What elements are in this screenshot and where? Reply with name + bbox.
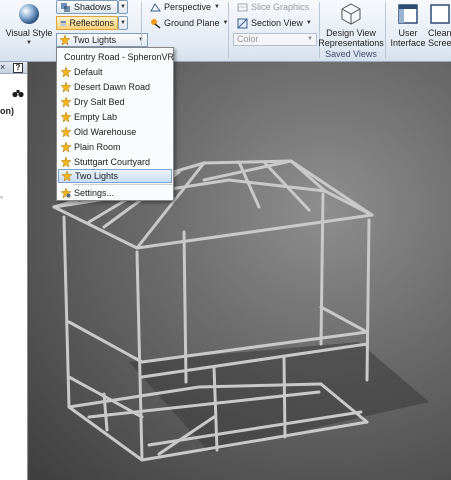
lighting-style-icon [62, 171, 72, 181]
perspective-label: Perspective [164, 2, 212, 12]
saved-views-group-label: Saved Views [325, 49, 377, 59]
lighting-option-stuttgart-courtyard[interactable]: Stuttgart Courtyard [58, 155, 172, 169]
design-view-icon [341, 3, 361, 25]
color-select-value: Color [237, 34, 259, 44]
shadows-button[interactable]: Shadows [56, 0, 118, 14]
lighting-option-label: Stuttgart Courtyard [74, 157, 151, 167]
color-select[interactable]: Color ▼ [233, 33, 317, 46]
visual-style-button[interactable]: Visual Style ▼ [5, 2, 53, 48]
lighting-style-icon [61, 67, 71, 77]
chevron-down-icon: ▼ [120, 20, 126, 26]
lighting-style-icon [61, 157, 71, 167]
slice-graphics-icon [237, 3, 248, 11]
visual-style-label: Visual Style [5, 28, 53, 38]
lighting-style-icon [61, 142, 71, 152]
ground-plane-button[interactable]: Ground Plane ▼ [147, 16, 232, 30]
slice-graphics-label: Slice Graphics [251, 2, 310, 12]
shadows-icon [61, 2, 70, 12]
lighting-option-plain-room[interactable]: Plain Room [58, 140, 172, 154]
clean-screen-label-2: Screen [428, 38, 451, 48]
lighting-style-icon [60, 35, 70, 45]
lighting-option-label: Empty Lab [74, 112, 118, 122]
user-interface-label-2: Interface [390, 38, 426, 48]
reflections-label: Reflections [69, 18, 114, 28]
shadows-dropdown-arrow[interactable]: ▼ [118, 0, 128, 14]
chevron-down-icon: ▼ [26, 40, 32, 46]
perspective-button[interactable]: Perspective ▼ [147, 0, 223, 14]
browser-titlebar: × ? [0, 62, 27, 74]
visual-style-icon [19, 4, 39, 24]
lighting-option-old-warehouse[interactable]: Old Warehouse [58, 125, 172, 139]
shadows-label: Shadows [74, 2, 112, 12]
lighting-option-default[interactable]: Default [58, 65, 172, 79]
browser-tree-item[interactable]: on) [0, 106, 14, 116]
model-browser-panel: × ? on) ◦ [0, 62, 28, 480]
lighting-option-country-road[interactable]: Country Road - SpheronVR [58, 50, 175, 64]
lighting-option-label: Old Warehouse [74, 127, 137, 137]
user-interface-icon [398, 4, 418, 24]
ribbon-separator [385, 2, 386, 58]
clean-screen-icon [430, 4, 450, 24]
chevron-down-icon: ▼ [305, 20, 312, 26]
clean-screen-button[interactable]: Clean Screen [428, 2, 451, 48]
lighting-option-empty-lab[interactable]: Empty Lab [58, 110, 172, 124]
lighting-option-desert-dawn-road[interactable]: Desert Dawn Road [58, 80, 172, 94]
chevron-down-icon: ▼ [120, 4, 126, 10]
lighting-option-label: Desert Dawn Road [74, 82, 151, 92]
clean-screen-label-1: Clean [428, 28, 451, 38]
dropdown-separator [73, 184, 173, 185]
tree-expander-icon[interactable]: ◦ [0, 192, 3, 202]
close-icon[interactable]: × [0, 63, 9, 72]
lighting-style-combo[interactable]: Two Lights ▼ [56, 33, 148, 47]
binoculars-icon[interactable] [12, 89, 24, 98]
lighting-option-label: Country Road - SpheronVR [64, 52, 175, 62]
lighting-option-label: Default [74, 67, 103, 77]
perspective-icon [150, 2, 161, 11]
design-view-representations-button[interactable]: Design View Representations [318, 2, 384, 48]
lighting-style-icon [61, 82, 71, 92]
lighting-settings-item[interactable]: Settings... [58, 186, 172, 200]
lighting-style-dropdown: Country Road - SpheronVR Default Desert … [56, 47, 174, 201]
section-view-icon [237, 18, 248, 28]
user-interface-label-1: User [398, 28, 418, 38]
lighting-style-icon [61, 97, 71, 107]
ground-plane-label: Ground Plane [164, 18, 220, 28]
lighting-style-current: Two Lights [73, 35, 117, 45]
lighting-option-two-lights[interactable]: Two Lights [58, 169, 172, 183]
lighting-option-label: Dry Salt Bed [74, 97, 125, 107]
ribbon-separator [228, 2, 229, 58]
lighting-option-label: Two Lights [75, 171, 119, 181]
design-view-label-1: Design View [326, 28, 376, 38]
ground-plane-icon [151, 18, 161, 29]
lighting-option-label: Plain Room [74, 142, 121, 152]
reflections-button[interactable]: Reflections [56, 16, 118, 30]
help-icon[interactable]: ? [13, 63, 23, 73]
section-view-label: Section View [251, 18, 303, 28]
lighting-option-dry-salt-bed[interactable]: Dry Salt Bed [58, 95, 172, 109]
user-interface-button[interactable]: User Interface [388, 2, 428, 48]
lighting-style-icon [61, 112, 71, 122]
chevron-down-icon: ▼ [307, 36, 313, 42]
section-view-button[interactable]: Section View ▼ [234, 16, 315, 30]
design-view-label-2: Representations [318, 38, 384, 48]
lighting-style-icon [61, 127, 71, 137]
lighting-settings-label: Settings... [74, 188, 115, 198]
settings-icon [61, 188, 71, 198]
chevron-down-icon: ▼ [214, 4, 220, 10]
reflections-icon [60, 20, 66, 26]
slice-graphics-button[interactable]: Slice Graphics [234, 0, 312, 14]
reflections-dropdown-arrow[interactable]: ▼ [118, 16, 128, 30]
